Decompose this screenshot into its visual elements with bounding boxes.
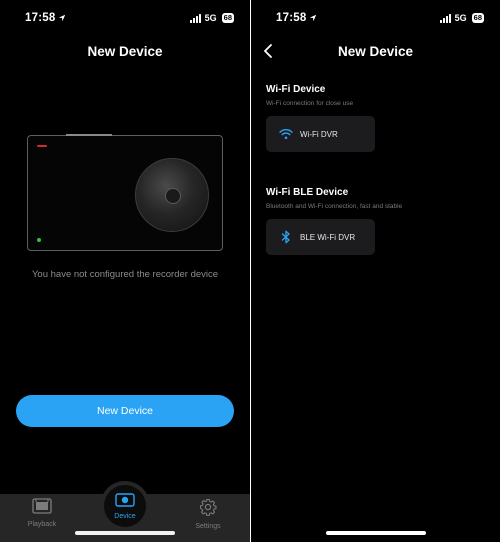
camera-lens-icon: [135, 158, 209, 232]
home-indicator: [326, 531, 426, 535]
recorder-green-led: [37, 238, 41, 242]
no-device-screen: 17:58 5G 68 New Device You have not conf…: [0, 0, 250, 542]
tab-device-label: Device: [114, 512, 136, 520]
battery-icon: 68: [221, 13, 234, 23]
recorder-top-edge: [66, 134, 112, 136]
status-indicators: 5G 68: [189, 13, 234, 23]
signal-strength-icon: [439, 13, 451, 23]
wifi-device-section-subtitle: Wi-Fi connection for close use: [266, 100, 354, 107]
page-title: New Device: [337, 44, 414, 59]
status-bar: 17:58 5G 68: [0, 0, 250, 36]
wifi-icon: [278, 126, 294, 142]
tab-device[interactable]: Device: [95, 485, 155, 527]
status-indicators: 5G 68: [439, 13, 484, 23]
ble-device-section-subtitle: Bluetooth and Wi-Fi connection, fast and…: [266, 203, 403, 210]
status-time: 17:58: [276, 12, 317, 25]
tab-settings[interactable]: Settings: [178, 498, 238, 530]
device-type-screen: 17:58 5G 68 New Device Wi-Fi Device Wi-F…: [251, 0, 500, 542]
status-time: 17:58: [25, 12, 66, 25]
tab-playback-label: Playback: [27, 521, 57, 528]
playback-icon: [32, 498, 52, 518]
ble-wifi-dvr-label: BLE Wi-Fi DVR: [300, 232, 356, 242]
page-title: New Device: [87, 44, 163, 59]
settings-gear-icon: [199, 498, 217, 520]
location-arrow-icon: [58, 13, 66, 25]
tab-device-circle: Device: [104, 485, 146, 527]
wifi-dvr-option[interactable]: Wi-Fi DVR: [266, 116, 375, 152]
new-device-button[interactable]: New Device: [16, 395, 234, 427]
tab-playback[interactable]: Playback: [12, 498, 72, 528]
wifi-dvr-label: Wi-Fi DVR: [300, 129, 338, 139]
location-arrow-icon: [309, 13, 317, 25]
network-type: 5G: [204, 13, 217, 23]
home-indicator: [75, 531, 175, 535]
bluetooth-icon: [278, 229, 294, 245]
recorder-red-led: [37, 145, 47, 147]
signal-strength-icon: [189, 13, 201, 23]
network-type: 5G: [454, 13, 467, 23]
empty-state-message: You have not configured the recorder dev…: [31, 269, 219, 280]
ble-wifi-dvr-option[interactable]: BLE Wi-Fi DVR: [266, 219, 375, 255]
status-bar: 17:58 5G 68: [251, 0, 500, 36]
recorder-illustration: [27, 134, 223, 251]
wifi-device-section-title: Wi-Fi Device: [266, 84, 326, 95]
device-icon: [115, 492, 135, 512]
ble-device-section-title: Wi-Fi BLE Device: [266, 187, 349, 198]
battery-icon: 68: [471, 13, 484, 23]
tab-settings-label: Settings: [195, 523, 221, 530]
